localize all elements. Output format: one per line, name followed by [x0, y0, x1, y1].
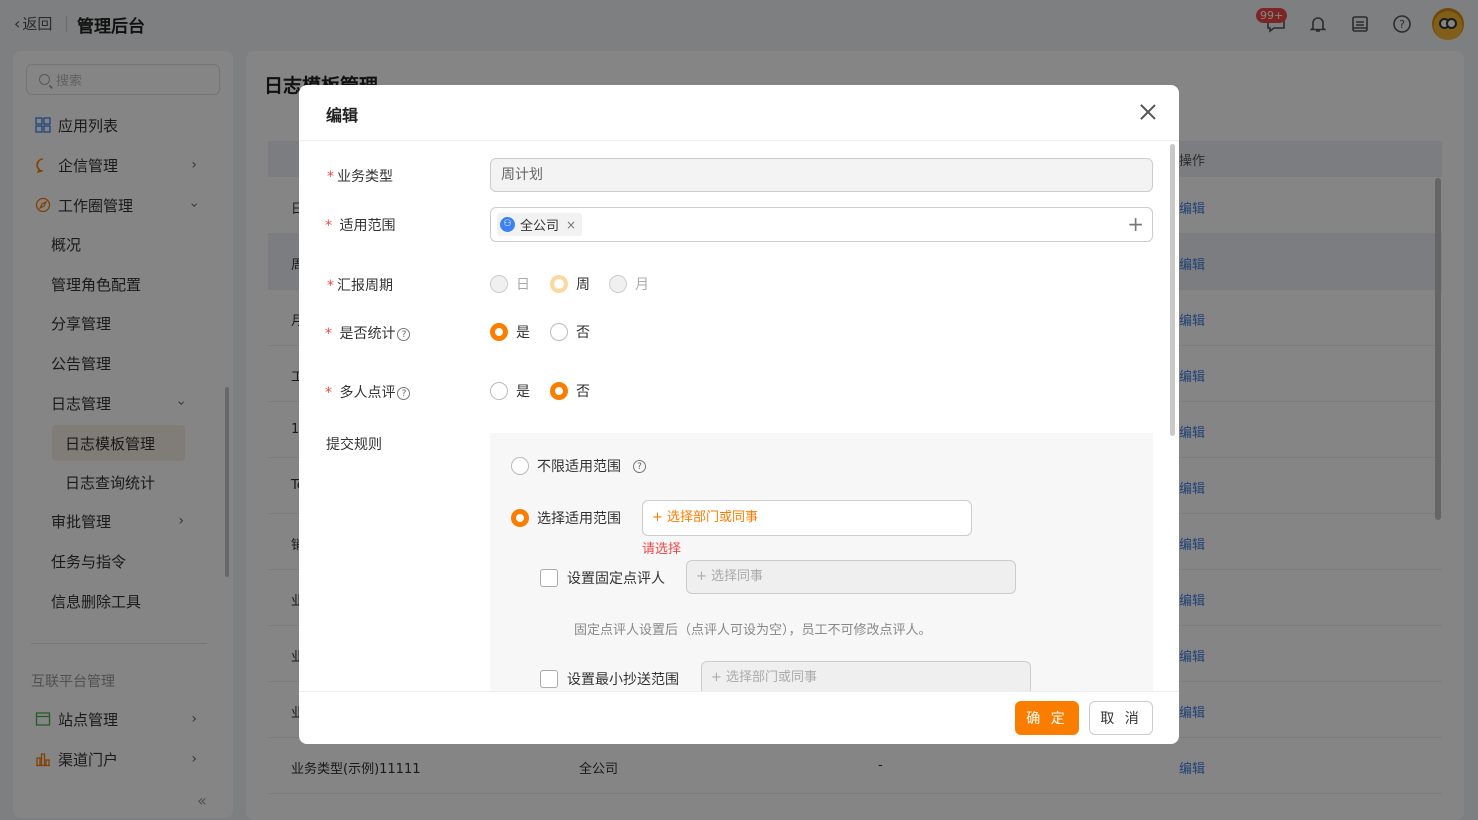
edit-dialog: 编辑 * 业务类型 周计划 * 适用范围 ⚇ 全公司 × + * 汇报周期 日 周 …	[299, 85, 1179, 744]
option-label: 是	[516, 384, 530, 400]
radio-indicator	[511, 457, 529, 475]
option-label: 周	[576, 277, 590, 293]
radio-indicator	[490, 323, 508, 341]
radio-indicator	[550, 323, 568, 341]
rule-option-choose[interactable]: 选择适用范围	[511, 508, 621, 528]
option-label: 否	[576, 384, 590, 400]
label-text: 是否统计	[339, 326, 396, 342]
radio-indicator	[490, 382, 508, 400]
required-mark: *	[325, 385, 332, 401]
period-label: * 汇报周期	[327, 275, 393, 295]
scope-field[interactable]: ⚇ 全公司 × +	[490, 207, 1153, 242]
help-icon[interactable]: ?	[397, 328, 411, 341]
option-label: 月	[635, 277, 649, 293]
checkbox-label: 设置最小抄送范围	[567, 672, 679, 688]
biz-type-label: * 业务类型	[327, 166, 393, 186]
dialog-body: * 业务类型 周计划 * 适用范围 ⚇ 全公司 × + * 汇报周期 日 周 月 *…	[299, 142, 1179, 691]
choose-scope-input[interactable]: + 选择部门或同事	[642, 500, 972, 536]
biz-type-field: 周计划	[490, 158, 1153, 192]
validation-error: 请选择	[642, 542, 682, 557]
confirm-button[interactable]: 确 定	[1015, 701, 1079, 735]
dialog-footer: 确 定 取 消	[299, 691, 1179, 744]
rules-panel: 不限适用范围? 选择适用范围 + 选择部门或同事 请选择 设置固定点评人 + 选…	[490, 433, 1153, 691]
checkbox-indicator	[540, 670, 558, 688]
stats-option-no[interactable]: 否	[550, 322, 590, 342]
option-label: 选择适用范围	[537, 511, 621, 527]
fixed-reviewer-input: + 选择同事	[686, 560, 1016, 594]
radio-indicator	[490, 275, 508, 293]
multi-option-no[interactable]: 否	[550, 381, 590, 401]
option-label: 否	[576, 325, 590, 341]
checkbox-indicator	[540, 569, 558, 587]
scope-tag: ⚇ 全公司 ×	[497, 213, 583, 236]
dialog-title: 编辑	[326, 106, 359, 125]
dialog-scrollbar[interactable]	[1170, 144, 1175, 436]
multi-review-label: * 多人点评?	[325, 382, 411, 402]
tag-label: 全公司	[520, 219, 560, 234]
label-text: 业务类型	[337, 169, 393, 185]
required-mark: *	[327, 169, 334, 185]
fixed-reviewer-checkbox[interactable]: 设置固定点评人	[540, 568, 665, 588]
cancel-button[interactable]: 取 消	[1089, 701, 1153, 735]
min-cc-input: + 选择部门或同事	[701, 661, 1031, 691]
min-cc-checkbox[interactable]: 设置最小抄送范围	[540, 669, 679, 689]
radio-indicator	[550, 382, 568, 400]
period-option-week: 周	[550, 274, 590, 294]
remove-tag-icon[interactable]: ×	[566, 218, 576, 232]
required-mark: *	[325, 326, 332, 342]
radio-indicator	[609, 275, 627, 293]
label-text: 适用范围	[339, 218, 396, 234]
option-label: 不限适用范围	[537, 459, 621, 475]
fixed-reviewer-hint: 固定点评人设置后（点评人可设为空），员工不可修改点评人。	[574, 623, 932, 638]
help-icon[interactable]: ?	[633, 459, 646, 473]
dialog-header: 编辑	[299, 85, 1179, 141]
required-mark: *	[327, 278, 334, 294]
option-label: 是	[516, 325, 530, 341]
label-text: 多人点评	[339, 385, 396, 401]
add-icon[interactable]: +	[1127, 214, 1144, 234]
rules-label: 提交规则	[326, 437, 382, 453]
radio-indicator	[550, 275, 568, 293]
help-icon[interactable]: ?	[397, 387, 411, 400]
checkbox-label: 设置固定点评人	[567, 571, 665, 587]
org-icon: ⚇	[500, 217, 515, 232]
radio-indicator	[511, 509, 529, 527]
close-icon[interactable]	[1139, 103, 1157, 121]
stats-option-yes[interactable]: 是	[490, 322, 530, 342]
stats-label: * 是否统计?	[325, 323, 411, 343]
period-option-month: 月	[609, 274, 649, 294]
required-mark: *	[325, 218, 332, 234]
label-text: 汇报周期	[337, 278, 393, 294]
period-option-day: 日	[490, 274, 530, 294]
option-label: 日	[516, 277, 530, 293]
multi-option-yes[interactable]: 是	[490, 381, 530, 401]
rule-option-unlimited[interactable]: 不限适用范围?	[511, 456, 646, 476]
scope-label: * 适用范围	[325, 215, 395, 235]
